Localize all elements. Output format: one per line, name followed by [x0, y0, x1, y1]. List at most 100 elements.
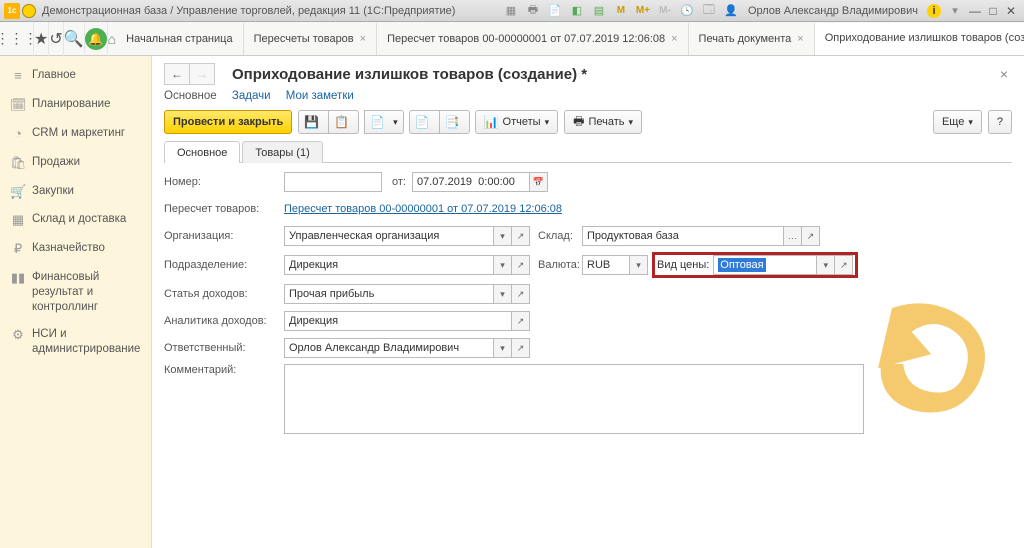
calc-icon[interactable]: ▤	[591, 3, 607, 19]
sidebar-item-sales[interactable]: 🛍Продажи	[0, 149, 151, 178]
open-icon[interactable]: ↗	[512, 284, 530, 304]
date-input[interactable]	[412, 172, 530, 192]
back-button[interactable]: ←	[164, 63, 190, 85]
minimize-icon[interactable]: —	[966, 3, 984, 19]
forward-button[interactable]: →	[189, 63, 215, 85]
sidebar-item-admin[interactable]: ⚙НСИ и администрирование	[0, 321, 151, 363]
formtab-goods[interactable]: Товары (1)	[242, 141, 322, 163]
pricetype-input[interactable]: Оптовая	[713, 255, 817, 275]
close-tab-icon[interactable]: ×	[797, 33, 803, 45]
sidebar-item-finance[interactable]: ▮▮Финансовый результат и контроллинг	[0, 264, 151, 321]
home-icon[interactable]: ⌂	[108, 31, 116, 47]
bars-icon: ▮▮	[10, 270, 26, 287]
tab-home[interactable]: Начальная страница	[116, 23, 243, 55]
favorite-icon[interactable]: ★	[34, 22, 49, 56]
form-tabs: Основное Товары (1)	[164, 140, 1012, 163]
report-icon: 📊	[484, 115, 499, 129]
save-button[interactable]: 💾	[298, 110, 329, 134]
open-icon[interactable]: ↗	[512, 226, 530, 246]
m-minus-icon[interactable]: M-	[657, 3, 673, 19]
history-toolbar-icon[interactable]: ↺	[49, 22, 63, 56]
tab-print[interactable]: Печать документа×	[689, 23, 815, 55]
close-tab-icon[interactable]: ×	[671, 33, 677, 45]
print-button[interactable]: 🖶Печать▾	[564, 110, 642, 134]
apps-icon[interactable]: ⋮⋮⋮	[0, 22, 34, 56]
open-icon[interactable]: ↗	[512, 338, 530, 358]
open-icon[interactable]: ↗	[512, 311, 530, 331]
dropdown-icon[interactable]: ▾	[817, 255, 835, 275]
sidebar-item-planning[interactable]: 🗓Планирование	[0, 91, 151, 120]
open-icon[interactable]: ↗	[512, 255, 530, 275]
tab-recounts[interactable]: Пересчеты товаров×	[244, 23, 378, 55]
close-icon[interactable]: ✕	[1002, 3, 1020, 19]
search-icon[interactable]: 🔍	[64, 22, 85, 56]
post-and-close-button[interactable]: Провести и закрыть	[164, 110, 292, 134]
doc-header: ← → Оприходование излишков товаров (созд…	[152, 56, 1024, 88]
org-input[interactable]	[284, 226, 494, 246]
maximize-icon[interactable]: □	[984, 3, 1002, 19]
doc-icon[interactable]: 📄	[547, 3, 563, 19]
dropdown-icon[interactable]: ▾	[494, 338, 512, 358]
tab-surplus[interactable]: Оприходование излишков товаров (создание…	[815, 23, 1024, 55]
print-icon[interactable]: 🖶	[525, 3, 541, 19]
tab-recount-doc[interactable]: Пересчет товаров 00-00000001 от 07.07.20…	[377, 23, 688, 55]
pricetype-label: Вид цены:	[657, 259, 709, 271]
warehouse-input[interactable]	[582, 226, 784, 246]
notifications-icon[interactable]: 🔔	[85, 22, 108, 56]
window-icon[interactable]: 🗔	[701, 3, 717, 19]
sidebar-item-main[interactable]: ≡Главное	[0, 62, 151, 91]
sidebar-item-warehouse[interactable]: ▦Склад и доставка	[0, 206, 151, 235]
close-tab-icon[interactable]: ×	[360, 33, 366, 45]
subtab-tasks[interactable]: Задачи	[232, 90, 271, 102]
chart-icon[interactable]: ◧	[569, 3, 585, 19]
info-icon[interactable]: i	[927, 4, 941, 18]
recount-link[interactable]: Пересчет товаров 00-00000001 от 07.07.20…	[284, 203, 562, 215]
formtab-main[interactable]: Основное	[164, 141, 240, 163]
subtab-notes[interactable]: Мои заметки	[286, 90, 354, 102]
income-input[interactable]	[284, 284, 494, 304]
files-button[interactable]: 📄	[409, 110, 440, 134]
analytics-input[interactable]	[284, 311, 512, 331]
dropdown-icon[interactable]: ▾	[494, 255, 512, 275]
dropdown-icon[interactable]: ▾	[630, 255, 648, 275]
close-doc-icon[interactable]: ×	[996, 62, 1012, 86]
m-icon[interactable]: M	[613, 3, 629, 19]
income-label: Статья доходов:	[164, 288, 284, 300]
sidebar-item-purchases[interactable]: 🛒Закупки	[0, 178, 151, 207]
sidebar-item-treasury[interactable]: ₽Казначейство	[0, 235, 151, 264]
post-icon: 📋	[334, 115, 349, 129]
currency-input[interactable]	[582, 255, 630, 275]
warehouse-label: Склад:	[530, 230, 582, 242]
dept-input[interactable]	[284, 255, 494, 275]
form-body: Номер: от: 📅 Пересчет товаров: Пересчет …	[152, 163, 1024, 447]
resp-input[interactable]	[284, 338, 494, 358]
calendar-icon[interactable]: 📅	[530, 172, 548, 192]
currency-label: Валюта:	[530, 259, 582, 271]
number-label: Номер:	[164, 176, 284, 188]
open-icon[interactable]: ↗	[835, 255, 853, 275]
more-button[interactable]: Еще▾	[933, 110, 982, 134]
dropdown-icon[interactable]: ▾	[494, 284, 512, 304]
dropdown-icon[interactable]	[22, 4, 36, 18]
user-name: Орлов Александр Владимирович	[748, 5, 918, 17]
history-icon[interactable]: 🕓	[679, 3, 695, 19]
help-button[interactable]: ?	[988, 110, 1012, 134]
basis-button[interactable]: 📄▾	[364, 110, 403, 134]
file-icon: 📄	[415, 115, 430, 129]
reports-button[interactable]: 📊Отчеты▾	[475, 110, 559, 134]
sidebar-item-crm[interactable]: ◔CRM и маркетинг	[0, 120, 151, 149]
subtab-main[interactable]: Основное	[164, 90, 217, 102]
nav-icon[interactable]: ▦	[503, 3, 519, 19]
post-button[interactable]: 📋	[328, 110, 359, 134]
number-input[interactable]	[284, 172, 382, 192]
copy-button[interactable]: 📑	[439, 110, 470, 134]
comment-textarea[interactable]	[284, 364, 864, 434]
content-area: ← → Оприходование излишков товаров (созд…	[152, 56, 1024, 548]
user-icon: 👤	[723, 3, 739, 19]
open-icon[interactable]: ↗	[802, 226, 820, 246]
select-icon[interactable]: …	[784, 226, 802, 246]
recount-label: Пересчет товаров:	[164, 203, 284, 215]
dropdown-icon[interactable]: ▾	[494, 226, 512, 246]
caret-icon[interactable]: ▾	[947, 3, 963, 19]
m-plus-icon[interactable]: M+	[635, 3, 651, 19]
